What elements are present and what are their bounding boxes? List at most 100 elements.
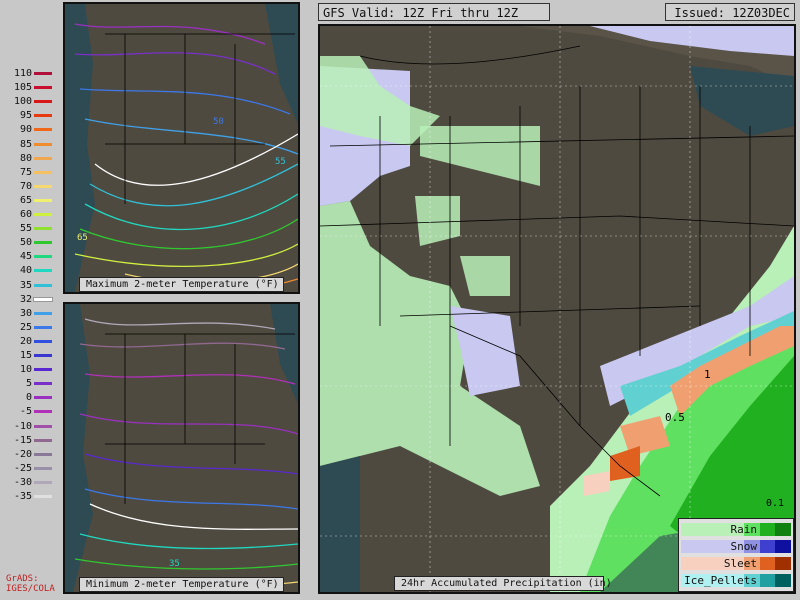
- precip-type-label: Rain: [730, 523, 758, 536]
- max-temperature-caption: Maximum 2-meter Temperature (°F): [79, 277, 284, 292]
- legend-value: 45: [19, 251, 32, 263]
- precipitation-caption: 24hr Accumulated Precipitation (in): [394, 576, 612, 591]
- max-label-65: 65: [77, 233, 88, 243]
- legend-entry: 20: [6, 336, 52, 348]
- legend-value: 15: [19, 350, 32, 361]
- legend-swatch: [34, 438, 52, 442]
- precip-swatch-cell: [759, 557, 776, 570]
- legend-value: 25: [19, 321, 32, 333]
- credit-line1: GrADS:: [6, 574, 39, 584]
- issued-header: Issued: 12Z03DEC: [665, 3, 795, 21]
- legend-swatch: [34, 170, 52, 174]
- precip-swatch-cell: [775, 574, 792, 587]
- legend-value: 110: [13, 68, 32, 79]
- legend-swatch: [34, 466, 52, 470]
- max-label-50: 50: [213, 117, 224, 127]
- legend-swatch: [34, 241, 52, 245]
- legend-entry: 85: [6, 139, 52, 151]
- legend-entry: 110: [6, 68, 52, 80]
- max-temperature-map: 50 55 65 Maximum 2-meter Temperature (°F…: [63, 2, 300, 294]
- legend-swatch: [34, 156, 52, 160]
- legend-value: -20: [13, 448, 32, 460]
- legend-entry: 100: [6, 96, 52, 108]
- legend-swatch: [34, 283, 52, 287]
- precip-type-entry: Sleet: [679, 556, 793, 572]
- grads-credit: GrADS: IGES/COLA: [6, 574, 55, 594]
- legend-entry: 5: [6, 378, 52, 390]
- legend-value: 90: [19, 124, 32, 136]
- legend-value: 65: [19, 194, 32, 206]
- legend-entry: 60: [6, 209, 52, 221]
- legend-swatch: [34, 410, 52, 414]
- legend-entry: -10: [6, 421, 52, 433]
- legend-entry: 32: [6, 293, 53, 306]
- legend-entry: 45: [6, 251, 52, 263]
- legend-swatch: [34, 227, 52, 231]
- legend-entry: 80: [6, 153, 52, 165]
- legend-entry: -25: [6, 463, 52, 475]
- legend-swatch: [34, 198, 52, 202]
- legend-swatch: [34, 184, 52, 188]
- precip-label-0.5: 0.5: [665, 411, 685, 424]
- legend-value: 5: [25, 378, 32, 390]
- legend-swatch: [34, 382, 52, 386]
- precip-type-label: Sleet: [723, 557, 757, 570]
- legend-entry: 90: [6, 124, 52, 136]
- legend-value: 40: [19, 265, 32, 277]
- precip-type-entry: Ice_Pellets: [679, 573, 793, 589]
- precip-type-label: Snow: [730, 540, 758, 553]
- valid-time-header: GFS Valid: 12Z Fri thru 12Z Sat: [318, 3, 550, 38]
- legend-value: 105: [13, 82, 32, 94]
- precip-swatch-cell: [775, 557, 792, 570]
- legend-swatch: [34, 424, 52, 428]
- legend-swatch: [34, 325, 52, 329]
- legend-swatch: [34, 269, 52, 273]
- precip-swatch-cell: [759, 574, 776, 587]
- legend-entry: -20: [6, 449, 52, 461]
- legend-entry: 50: [6, 237, 52, 249]
- min-label-35: 35: [169, 559, 180, 569]
- legend-value: 55: [19, 223, 32, 235]
- legend-value: 60: [19, 209, 32, 220]
- precip-type-entry: Rain: [679, 522, 793, 538]
- legend-swatch: [33, 296, 53, 302]
- legend-swatch: [34, 142, 52, 146]
- legend-entry: 95: [6, 110, 52, 122]
- legend-entry: 15: [6, 350, 52, 362]
- legend-swatch: [34, 480, 52, 484]
- legend-value: 95: [19, 110, 32, 122]
- precipitation-map: 1 0.5 0.1 24hr Accumulated Precipitation…: [318, 24, 796, 594]
- legend-entry: 70: [6, 181, 52, 193]
- precip-swatch-cell: [775, 540, 792, 553]
- min-temperature-map: 35 Minimum 2-meter Temperature (°F): [63, 302, 300, 594]
- legend-value: 75: [19, 166, 32, 178]
- legend-swatch: [34, 339, 52, 343]
- legend-value: -25: [13, 462, 32, 474]
- legend-value: 30: [19, 307, 32, 319]
- legend-swatch: [34, 114, 52, 118]
- legend-swatch: [34, 354, 52, 357]
- legend-value: 32: [19, 293, 32, 305]
- legend-swatch: [34, 495, 52, 498]
- legend-value: 10: [19, 364, 32, 376]
- legend-value: -15: [13, 434, 32, 446]
- legend-swatch: [34, 100, 52, 104]
- legend-value: 20: [19, 335, 32, 347]
- legend-entry: 10: [6, 364, 52, 376]
- precip-type-entry: Snow: [679, 539, 793, 555]
- legend-value: 85: [19, 138, 32, 150]
- min-temperature-svg: 35: [65, 304, 298, 592]
- legend-value: 0: [25, 392, 32, 404]
- precip-type-label: Ice_Pellets: [684, 574, 757, 587]
- legend-entry: 35: [6, 280, 52, 292]
- legend-value: -30: [13, 476, 32, 488]
- min-temperature-caption: Minimum 2-meter Temperature (°F): [79, 577, 284, 592]
- legend-entry: 105: [6, 82, 52, 94]
- legend-value: -35: [13, 491, 32, 502]
- legend-entry: 75: [6, 167, 52, 179]
- legend-entry: 55: [6, 223, 52, 235]
- legend-value: 80: [19, 152, 32, 164]
- precip-swatch-cell: [775, 523, 792, 536]
- legend-swatch: [34, 368, 52, 372]
- legend-entry: -30: [6, 477, 52, 489]
